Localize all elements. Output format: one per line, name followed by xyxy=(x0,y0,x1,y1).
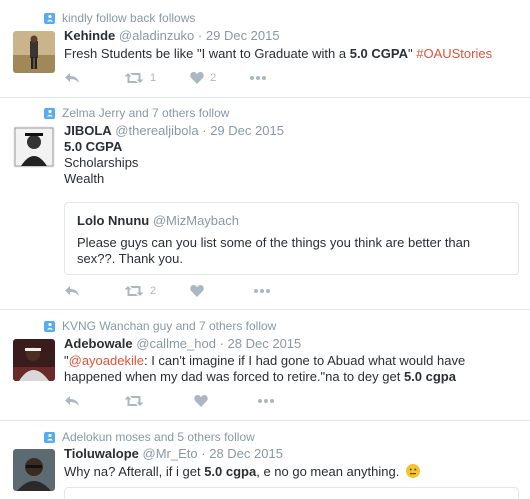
retweet-count: 2 xyxy=(150,285,157,297)
more-icon xyxy=(254,289,271,293)
tweet-context: kindly follow back follows xyxy=(44,11,195,25)
text-bold: 5.0 cgpa xyxy=(403,369,456,384)
reply-button[interactable] xyxy=(64,285,80,297)
quoted-text: Please guys can you list some of the thi… xyxy=(77,235,471,266)
mention-link[interactable]: @ayoadekile xyxy=(69,353,144,368)
more-icon xyxy=(250,76,267,80)
tweet-header: Adebowale @callme_hod · 28 Dec 2015 xyxy=(64,336,520,352)
more-button[interactable] xyxy=(258,399,274,403)
tweet-text: Why na? Afterall, if i get 5.0 cgpa, e n… xyxy=(64,464,520,480)
tweet-date[interactable]: 29 Dec 2015 xyxy=(206,28,280,43)
tweet-context: Adelokun moses and 5 others follow xyxy=(44,430,255,444)
author-name[interactable]: Tioluwalope xyxy=(64,446,139,461)
like-button[interactable]: 2 xyxy=(190,72,216,84)
tweet-context-text[interactable]: Zelma Jerry and 7 others follow xyxy=(62,106,229,120)
separator-dot: · xyxy=(197,28,203,43)
hashtag-link[interactable]: #OAUStories xyxy=(416,46,492,61)
like-button[interactable] xyxy=(194,395,208,407)
tweet[interactable]: Adelokun moses and 5 others follow Tiolu… xyxy=(0,421,530,499)
text-bold: 5.0 CGPA xyxy=(349,46,408,61)
retweet-icon xyxy=(124,286,144,296)
text-bold: 5.0 CGPA xyxy=(64,139,123,154)
tweet-actions: 2 xyxy=(64,285,300,297)
tweet-text: "@ayoadekile: I can't imagine if I had g… xyxy=(64,353,520,385)
text-line: Wealth xyxy=(64,171,105,186)
tweet-context: KVNG Wanchan guy and 7 others follow xyxy=(44,319,276,333)
tweet-header: Tioluwalope @Mr_Eto · 28 Dec 2015 xyxy=(64,446,520,462)
follow-person-icon xyxy=(44,107,55,119)
tweet-feed: kindly follow back follows Kehinde @alad… xyxy=(0,0,530,499)
like-count: 2 xyxy=(210,72,217,84)
tweet[interactable]: kindly follow back follows Kehinde @alad… xyxy=(0,0,530,98)
more-button[interactable] xyxy=(254,289,271,293)
retweet-icon xyxy=(124,73,144,83)
follow-person-icon xyxy=(44,320,55,332)
neutral-face-emoji-icon xyxy=(405,464,420,478)
retweet-count: 1 xyxy=(150,72,157,84)
quoted-tweet[interactable]: Lolo Nnunu @MizMaybach Please guys can y… xyxy=(64,202,519,275)
tweet-text: Fresh Students be like "I want to Gradua… xyxy=(64,46,520,62)
quoted-tweet-partial[interactable] xyxy=(64,487,519,499)
heart-icon xyxy=(190,72,204,84)
retweet-button[interactable]: 2 xyxy=(124,285,156,297)
separator-dot: · xyxy=(219,336,224,351)
avatar[interactable] xyxy=(13,449,55,491)
avatar[interactable] xyxy=(13,31,55,73)
text-line: Scholarships xyxy=(64,155,139,170)
author-handle[interactable]: @Mr_Eto xyxy=(143,446,198,461)
tweet-header: Kehinde @aladinzuko · 29 Dec 2015 xyxy=(64,28,520,44)
quoted-author-handle[interactable]: @MizMaybach xyxy=(153,213,239,228)
author-name[interactable]: JIBOLA xyxy=(64,123,112,138)
retweet-icon xyxy=(124,396,144,406)
author-handle[interactable]: @aladinzuko xyxy=(119,28,194,43)
tweet-header: JIBOLA @therealjibola · 29 Dec 2015 xyxy=(64,123,520,139)
quoted-author-name[interactable]: Lolo Nnunu xyxy=(77,213,149,228)
separator-dot: · xyxy=(201,446,206,461)
tweet-date[interactable]: 29 Dec 2015 xyxy=(210,123,284,138)
separator-dot: · xyxy=(202,123,207,138)
follow-person-icon xyxy=(44,431,55,443)
reply-button[interactable] xyxy=(64,72,80,84)
heart-icon xyxy=(194,395,208,407)
tweet-text: 5.0 CGPA Scholarships Wealth xyxy=(64,139,520,187)
author-handle[interactable]: @callme_hod xyxy=(136,336,216,351)
retweet-button[interactable]: 1 xyxy=(124,72,156,84)
text-part: , e no go mean anything. xyxy=(256,464,403,479)
author-name[interactable]: Kehinde xyxy=(64,28,115,43)
tweet[interactable]: Zelma Jerry and 7 others follow JIBOLA @… xyxy=(0,98,530,310)
text-part: Fresh Students be like "I want to Gradua… xyxy=(64,46,350,61)
quoted-header: Lolo Nnunu @MizMaybach xyxy=(77,213,506,229)
avatar[interactable] xyxy=(13,339,55,381)
more-icon xyxy=(258,399,274,403)
tweet-context-text[interactable]: Adelokun moses and 5 others follow xyxy=(62,430,255,444)
like-button[interactable] xyxy=(190,285,204,297)
author-name[interactable]: Adebowale xyxy=(64,336,133,351)
reply-icon xyxy=(65,396,79,406)
more-button[interactable] xyxy=(250,76,267,80)
reply-icon xyxy=(65,286,79,296)
tweet-context: Zelma Jerry and 7 others follow xyxy=(44,106,229,120)
tweet-context-text[interactable]: KVNG Wanchan guy and 7 others follow xyxy=(62,319,276,333)
heart-icon xyxy=(190,285,204,297)
text-part: " xyxy=(408,46,417,61)
retweet-button[interactable] xyxy=(124,395,144,407)
reply-button[interactable] xyxy=(64,395,80,407)
tweet-actions xyxy=(64,395,304,407)
text-part: Why na? Afterall, if i get xyxy=(64,464,205,479)
author-handle[interactable]: @therealjibola xyxy=(115,123,198,138)
reply-icon xyxy=(65,73,79,83)
avatar[interactable] xyxy=(13,126,55,168)
follow-person-icon xyxy=(44,12,55,24)
tweet-actions: 1 2 xyxy=(64,72,296,84)
tweet-date[interactable]: 28 Dec 2015 xyxy=(228,336,302,351)
tweet-context-text[interactable]: kindly follow back follows xyxy=(62,11,195,25)
tweet[interactable]: KVNG Wanchan guy and 7 others follow Ade… xyxy=(0,310,530,421)
text-bold: 5.0 cgpa xyxy=(204,464,257,479)
tweet-date[interactable]: 28 Dec 2015 xyxy=(209,446,283,461)
